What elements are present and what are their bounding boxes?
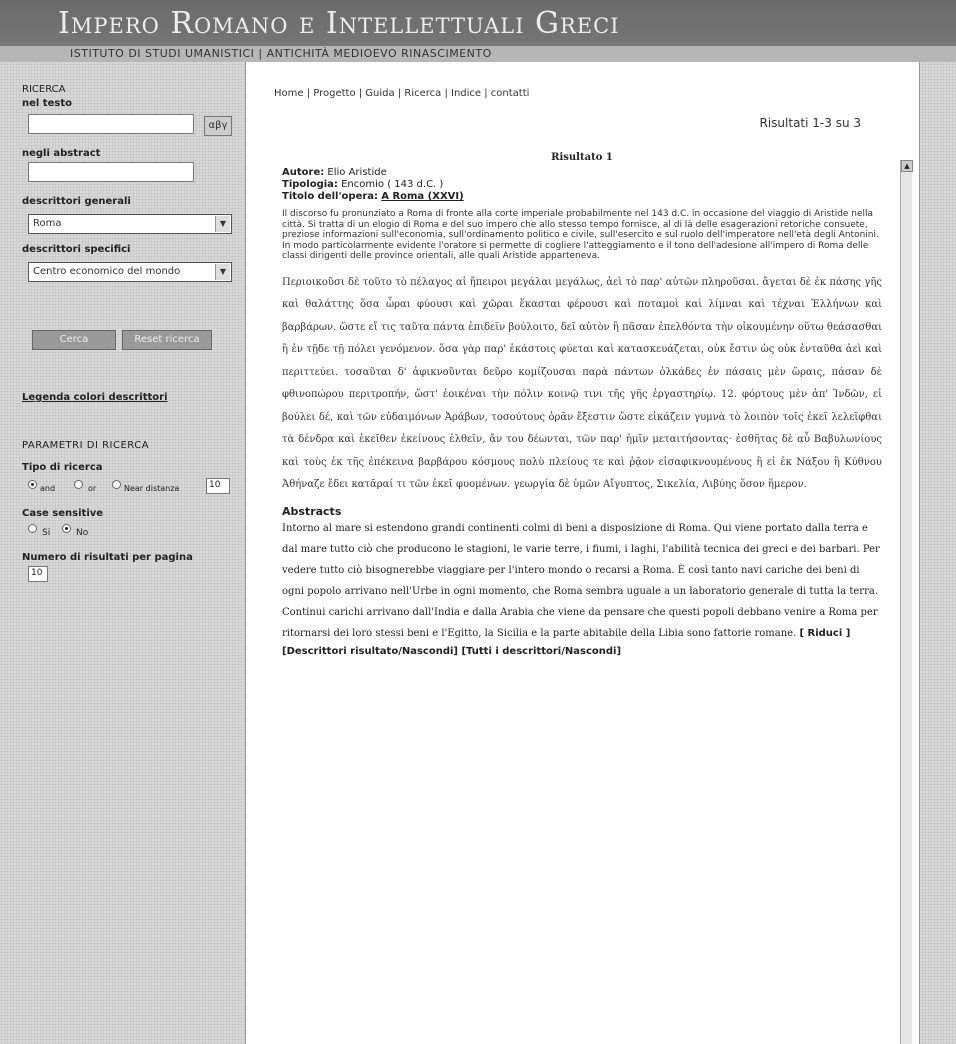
case-sensitive-label: Case sensitive bbox=[22, 508, 104, 519]
ricerca-heading: RICERCA bbox=[22, 84, 66, 95]
result-item: Risultato 1 Autore: Elio Aristide Tipolo… bbox=[282, 152, 882, 657]
tipologia-value: Encomio ( 143 d.C. ) bbox=[341, 179, 444, 190]
abstracts-heading: Abstracts bbox=[282, 504, 342, 518]
descrittori-generali-select[interactable]: Roma ▼ bbox=[28, 214, 232, 234]
negli-abstract-label: negli abstract bbox=[22, 148, 101, 159]
descrittori-links[interactable]: [Descrittori risultato/Nascondi] [Tutti … bbox=[282, 646, 882, 657]
site-subtitle: ISTITUTO DI STUDI UMANISTICI | ANTICHITÀ… bbox=[70, 47, 492, 60]
tipo-near-label: Near distanza bbox=[124, 484, 180, 493]
descrittori-specifici-label: descrittori specifici bbox=[22, 244, 131, 255]
reset-button[interactable]: Reset ricerca bbox=[122, 330, 212, 350]
numero-risultati-label: Numero di risultati per pagina bbox=[22, 552, 193, 563]
scrollbar[interactable]: ▲ bbox=[900, 160, 913, 1044]
greek-text: Περιοικοῦσι δὲ τοῦτο τὸ πέλαγος αἱ ἤπειρ… bbox=[282, 276, 882, 491]
numero-risultati-input[interactable]: 10 bbox=[28, 566, 48, 582]
top-navigation[interactable]: Home | Progetto | Guida | Ricerca | Indi… bbox=[274, 88, 529, 99]
autore-label: Autore: bbox=[282, 167, 325, 178]
tipologia-label: Tipologia: bbox=[282, 179, 338, 190]
results-panel: Home | Progetto | Guida | Ricerca | Indi… bbox=[245, 62, 920, 1044]
tipo-and-label: and bbox=[40, 484, 56, 493]
chevron-down-icon: ▼ bbox=[215, 216, 230, 232]
greek-keyboard-button[interactable]: αβγ bbox=[204, 116, 232, 136]
legenda-link[interactable]: Legenda colori descrittori bbox=[22, 392, 168, 403]
tipo-or-label: or bbox=[88, 484, 97, 493]
descrittori-specifici-select[interactable]: Centro economico del mondo ▼ bbox=[28, 262, 232, 282]
near-distance-input[interactable]: 10 bbox=[206, 478, 230, 494]
case-no-radio[interactable] bbox=[62, 524, 71, 533]
right-margin bbox=[920, 62, 956, 1044]
text-search-input[interactable] bbox=[28, 114, 194, 134]
result-title: Risultato 1 bbox=[551, 152, 613, 163]
abstract-body: Intorno al mare si estendono grandi cont… bbox=[282, 522, 880, 639]
parametri-heading: PARAMETRI DI RICERCA bbox=[22, 440, 150, 451]
cerca-button[interactable]: Cerca bbox=[32, 330, 116, 350]
descrittori-generali-label: descrittori generali bbox=[22, 196, 131, 207]
tipo-or-radio[interactable] bbox=[74, 480, 83, 489]
search-sidebar: RICERCA nel testo αβγ negli abstract des… bbox=[0, 62, 245, 1044]
riduci-link[interactable]: [ Riduci ] bbox=[799, 628, 850, 639]
abstract-text: Intorno al mare si estendono grandi cont… bbox=[282, 518, 882, 644]
titolo-link[interactable]: A Roma (XXVI) bbox=[381, 191, 463, 202]
case-si-label: Si bbox=[42, 528, 51, 538]
site-title: Impero Romano e Intellettuali Greci bbox=[58, 6, 620, 41]
result-description: Il discorso fu pronunziato a Roma di fro… bbox=[282, 209, 879, 261]
titolo-label: Titolo dell'opera: bbox=[282, 191, 379, 202]
chevron-down-icon: ▼ bbox=[215, 264, 230, 280]
autore-value: Elio Aristide bbox=[327, 167, 387, 178]
case-no-label: No bbox=[76, 528, 89, 538]
result-meta: Autore: Elio Aristide Tipologia: Encomio… bbox=[282, 167, 882, 203]
nel-testo-label: nel testo bbox=[22, 98, 72, 109]
abstract-search-input[interactable] bbox=[28, 162, 194, 182]
case-si-radio[interactable] bbox=[28, 524, 37, 533]
tipo-ricerca-label: Tipo di ricerca bbox=[22, 462, 103, 473]
tipo-near-radio[interactable] bbox=[112, 480, 121, 489]
descrittori-specifici-value: Centro economico del mondo bbox=[33, 266, 181, 277]
site-subheader: ISTITUTO DI STUDI UMANISTICI | ANTICHITÀ… bbox=[0, 46, 956, 62]
descrittori-generali-value: Roma bbox=[33, 218, 62, 229]
tipo-and-radio[interactable] bbox=[28, 480, 37, 489]
results-count: Risultati 1-3 su 3 bbox=[759, 116, 862, 130]
scroll-up-icon[interactable]: ▲ bbox=[901, 160, 913, 172]
